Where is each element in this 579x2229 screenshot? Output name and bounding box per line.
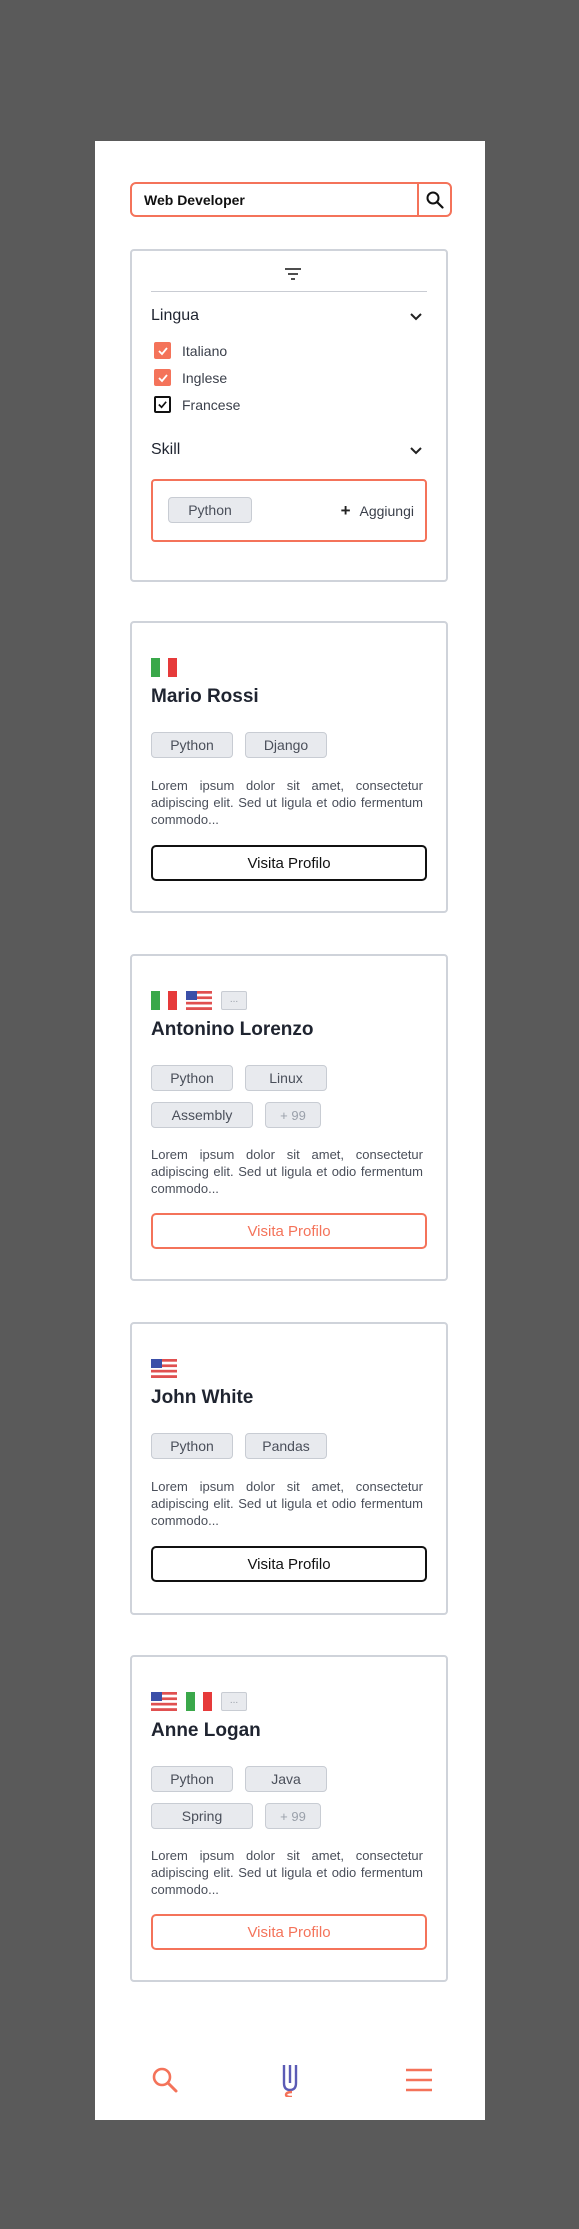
skill-tag: Pandas	[245, 1433, 327, 1459]
filter-icon[interactable]	[282, 265, 304, 285]
language-option-label: Francese	[182, 396, 241, 413]
language-option-inglese[interactable]: Inglese	[154, 369, 227, 386]
skill-tag: Python	[151, 1433, 233, 1459]
more-skills-badge: + 99	[265, 1102, 321, 1128]
chevron-down-icon[interactable]	[408, 443, 424, 459]
profile-card: John White Python Pandas Lorem ipsum dol…	[130, 1322, 448, 1615]
checkbox-checked-icon[interactable]	[154, 369, 171, 386]
skill-tag: Python	[151, 1065, 233, 1091]
menu-icon[interactable]	[402, 2063, 436, 2097]
app-screen: Lingua Italiano Inglese Francese Skill	[95, 141, 485, 2120]
visit-profile-button[interactable]: Visita Profilo	[151, 1213, 427, 1249]
skill-tag: Python	[151, 1766, 233, 1792]
flags-row	[151, 1359, 186, 1378]
profile-name: Antonino Lorenzo	[151, 1019, 314, 1040]
profile-name: Anne Logan	[151, 1720, 261, 1741]
bottom-nav	[95, 2061, 485, 2101]
add-skill-button[interactable]: + Aggiungi	[341, 501, 414, 521]
italy-flag-icon	[151, 991, 177, 1010]
profile-description: Lorem ipsum dolor sit amet, consectetur …	[151, 1479, 423, 1528]
flags-row: ...	[151, 1692, 256, 1711]
visit-profile-button[interactable]: Visita Profilo	[151, 1546, 427, 1582]
profile-card: Mario Rossi Python Django Lorem ipsum do…	[130, 621, 448, 913]
visit-profile-button[interactable]: Visita Profilo	[151, 845, 427, 881]
profile-description: Lorem ipsum dolor sit amet, consectetur …	[151, 778, 423, 827]
language-section-title: Lingua	[151, 307, 200, 324]
search-bar	[130, 182, 452, 217]
italy-flag-icon	[186, 1692, 212, 1711]
more-flags-badge: ...	[221, 1692, 247, 1711]
logo-icon[interactable]	[273, 2063, 307, 2097]
skill-tag: Assembly	[151, 1102, 253, 1128]
skill-tag: Java	[245, 1766, 327, 1792]
profile-card: ... Anne Logan Python Java Spring + 99 L…	[130, 1655, 448, 1982]
profile-name: Mario Rossi	[151, 686, 259, 707]
skill-tag[interactable]: Python	[168, 497, 252, 523]
flags-row	[151, 658, 186, 677]
profile-name: John White	[151, 1387, 254, 1408]
search-button[interactable]	[417, 184, 450, 215]
skill-selector: Python + Aggiungi	[151, 479, 427, 542]
profile-card: ... Antonino Lorenzo Python Linux Assemb…	[130, 954, 448, 1281]
language-option-francese[interactable]: Francese	[154, 396, 240, 413]
filters-divider	[151, 291, 427, 292]
skill-tag: Linux	[245, 1065, 327, 1091]
checkbox-checked-icon[interactable]	[154, 396, 171, 413]
filters-panel: Lingua Italiano Inglese Francese Skill P…	[130, 249, 448, 582]
usa-flag-icon	[151, 1692, 177, 1711]
skill-section-title: Skill	[151, 441, 181, 458]
skill-tag: Django	[245, 732, 327, 758]
usa-flag-icon	[186, 991, 212, 1010]
profile-description: Lorem ipsum dolor sit amet, consectetur …	[151, 1147, 423, 1196]
more-flags-badge: ...	[221, 991, 247, 1010]
search-input[interactable]	[132, 184, 417, 215]
usa-flag-icon	[151, 1359, 177, 1378]
flags-row: ...	[151, 991, 256, 1010]
language-option-italiano[interactable]: Italiano	[154, 342, 227, 359]
checkbox-checked-icon[interactable]	[154, 342, 171, 359]
search-icon[interactable]	[148, 2063, 182, 2097]
more-skills-badge: + 99	[265, 1803, 321, 1829]
skill-tag: Python	[151, 732, 233, 758]
language-option-label: Inglese	[182, 369, 228, 386]
profile-description: Lorem ipsum dolor sit amet, consectetur …	[151, 1848, 423, 1897]
language-option-label: Italiano	[182, 342, 228, 359]
skill-tag: Spring	[151, 1803, 253, 1829]
search-icon	[426, 191, 444, 209]
chevron-down-icon[interactable]	[408, 309, 424, 325]
visit-profile-button[interactable]: Visita Profilo	[151, 1914, 427, 1950]
add-skill-label: Aggiungi	[359, 503, 415, 519]
plus-icon: +	[340, 501, 351, 520]
italy-flag-icon	[151, 658, 177, 677]
